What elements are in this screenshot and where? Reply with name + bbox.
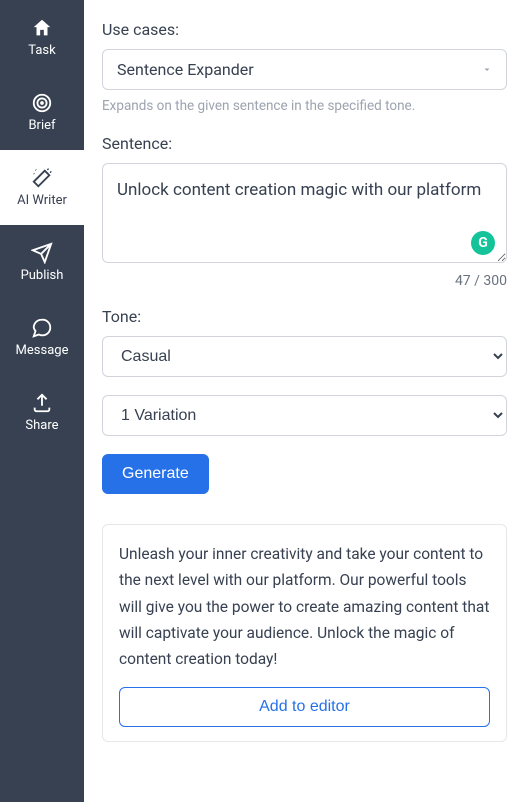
sidebar-item-task[interactable]: Task [0,0,84,75]
use-case-select[interactable]: Sentence Expander [102,49,507,90]
result-text: Unleash your inner creativity and take y… [119,541,490,673]
sidebar-item-ai-writer[interactable]: AI Writer [0,150,84,225]
sidebar-item-label: Share [25,418,58,433]
char-counter: 47 / 300 [102,273,507,289]
sidebar-item-label: AI Writer [17,193,67,208]
sidebar-item-message[interactable]: Message [0,300,84,375]
target-icon [31,92,53,114]
sentence-textarea-wrap: G [102,163,507,267]
sidebar-item-label: Brief [28,118,55,133]
sentence-label: Sentence: [102,134,507,153]
use-case-select-wrap: Sentence Expander [102,49,507,90]
grammarly-icon: G [471,231,495,255]
sidebar-item-share[interactable]: Share [0,375,84,450]
use-case-hint: Expands on the given sentence in the spe… [102,98,507,114]
sidebar: Task Brief AI Writer Publish Message Sha… [0,0,84,802]
wand-icon [31,167,53,189]
sidebar-item-brief[interactable]: Brief [0,75,84,150]
send-icon [31,242,53,264]
add-to-editor-button[interactable]: Add to editor [119,687,490,727]
main-panel: Use cases: Sentence Expander Expands on … [84,0,527,802]
home-icon [31,17,53,39]
sidebar-item-publish[interactable]: Publish [0,225,84,300]
use-cases-label: Use cases: [102,20,507,39]
tone-label: Tone: [102,307,507,326]
sidebar-item-label: Message [16,343,69,358]
generate-button[interactable]: Generate [102,454,209,494]
chat-icon [31,317,53,339]
tone-select[interactable]: Casual [102,336,507,377]
upload-icon [31,392,53,414]
sidebar-item-label: Task [28,43,55,58]
variation-select[interactable]: 1 Variation [102,395,507,436]
sentence-input[interactable] [102,163,507,263]
sidebar-item-label: Publish [21,268,64,283]
result-card: Unleash your inner creativity and take y… [102,524,507,742]
